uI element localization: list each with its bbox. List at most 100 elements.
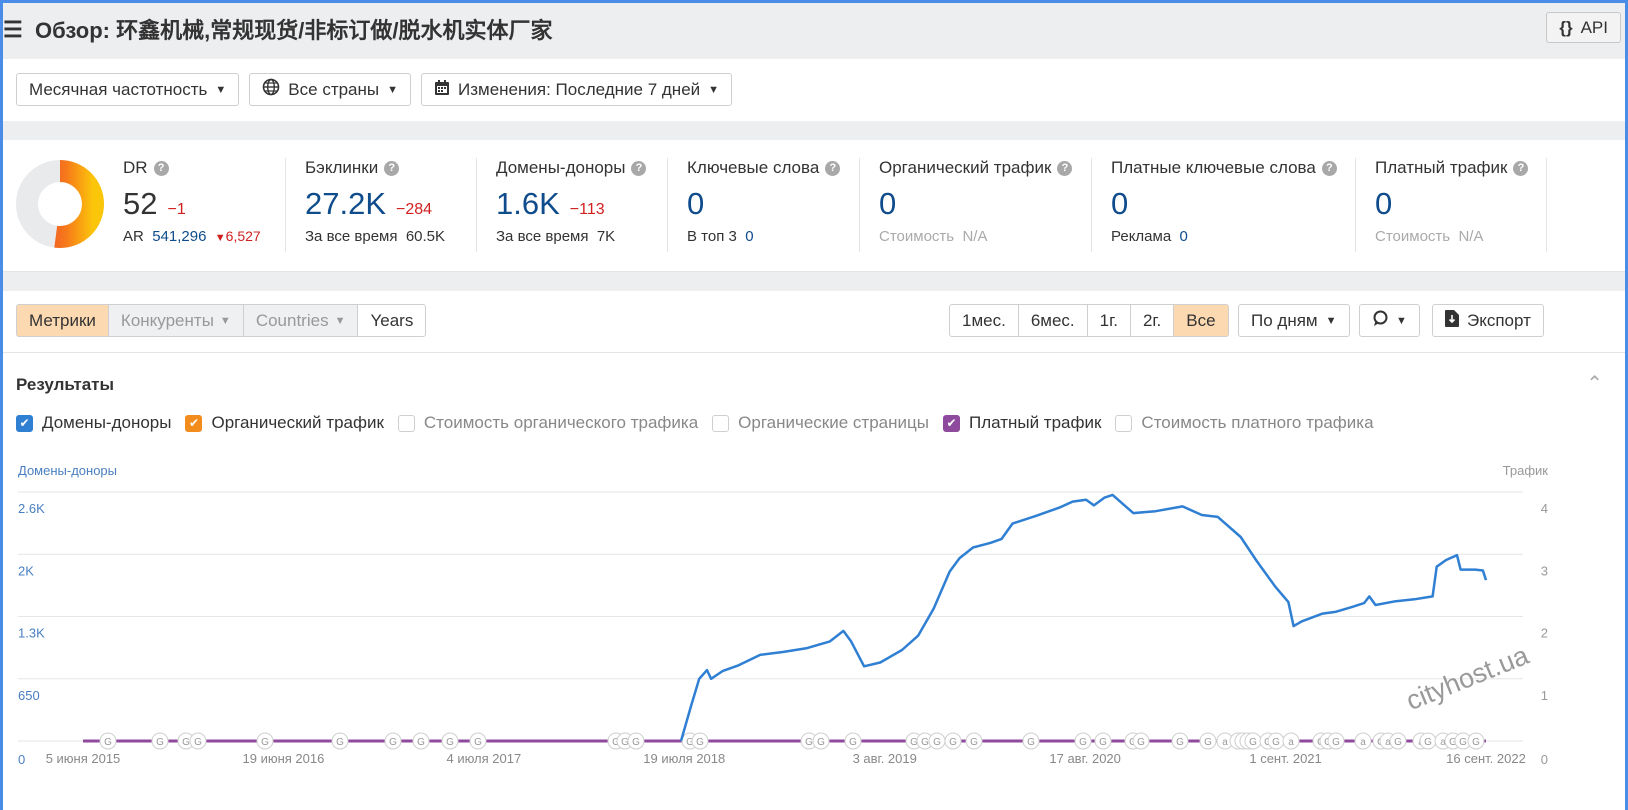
metric-backlinks: Бэклинки? 27.2K −284 За все время 60.5K [285, 158, 445, 252]
triangle-down-icon: ▼ [214, 232, 226, 244]
legend-label: Стоимость платного трафика [1141, 413, 1374, 432]
x-tick-label: 3 авг. 2019 [853, 751, 917, 766]
y-right-tick-label: 3 [1541, 563, 1548, 578]
section-divider [3, 272, 1625, 291]
tab-years[interactable]: Years [357, 304, 427, 337]
marker-label: G [1332, 737, 1340, 748]
caret-down-icon: ▼ [708, 83, 720, 96]
marker-label: G [1099, 737, 1107, 748]
marker-label: G [1027, 737, 1035, 748]
paid-traffic-label: Платный трафик [1375, 158, 1508, 177]
paid-traffic-value[interactable]: 0 [1375, 186, 1392, 222]
section-divider [3, 121, 1625, 140]
marker-label: G [474, 737, 482, 748]
checkbox-checked-icon[interactable]: ✔ [16, 414, 33, 432]
legend-organic-cost[interactable]: Стоимость органического трафика [397, 413, 699, 433]
y-left-tick-label: 0 [18, 752, 25, 767]
annotations-dropdown[interactable]: ▼ [1359, 304, 1420, 337]
marker-label: G [632, 737, 640, 748]
marker-label: G [933, 737, 941, 748]
keywords-sub-value[interactable]: 0 [745, 228, 753, 245]
marker-label: G [1204, 737, 1212, 748]
page-title: Обзор: 环鑫机械,常规现货/非标订做/脱水机实体厂家 [35, 18, 553, 43]
legend-organic-pages[interactable]: Органические страницы [712, 413, 929, 433]
backlinks-value[interactable]: 27.2K [305, 186, 386, 222]
range-label: 6мес. [1030, 310, 1075, 330]
checkbox-checked-icon[interactable]: ✔ [942, 414, 960, 432]
comment-icon [1372, 310, 1388, 332]
dr-donut-chart [16, 160, 104, 248]
help-icon[interactable]: ? [153, 160, 169, 176]
marker-label: G [389, 737, 397, 748]
x-tick-label: 19 июня 2016 [243, 751, 325, 766]
help-icon[interactable]: ? [1513, 160, 1529, 176]
ar-delta: 6,527 [225, 228, 261, 244]
changes-dropdown[interactable]: Изменения: Последние 7 дней ▼ [421, 73, 733, 106]
ads-value[interactable]: 0 [1180, 228, 1188, 245]
marker-label: G [1176, 737, 1184, 748]
marker-label: G [696, 737, 704, 748]
caret-down-icon: ▼ [1325, 314, 1337, 327]
chevron-up-icon[interactable]: ⌃ [1586, 371, 1603, 396]
metric-paid-keywords: Платные ключевые слова? 0 Реклама 0 [1091, 158, 1337, 252]
help-icon[interactable]: ? [631, 160, 647, 176]
hamburger-icon[interactable]: ☰ [3, 17, 23, 43]
marker-label: G [417, 737, 425, 748]
help-icon[interactable]: ? [1321, 160, 1337, 176]
globe-icon [262, 78, 280, 101]
organic-traffic-label: Органический трафик [879, 158, 1052, 177]
y-right-tick-label: 1 [1541, 688, 1548, 703]
range-1m-button[interactable]: 1мес. [949, 304, 1019, 337]
legend-paid-cost[interactable]: Стоимость платного трафика [1115, 413, 1374, 433]
marker-label: a [1222, 737, 1228, 748]
export-button[interactable]: Экспорт [1432, 304, 1544, 337]
legend-paid-traffic[interactable]: ✔ Платный трафик [942, 413, 1101, 433]
checkbox-unchecked-icon[interactable] [1115, 414, 1133, 432]
range-2y-button[interactable]: 2г. [1129, 304, 1175, 337]
dr-label: DR [123, 158, 148, 177]
x-tick-label: 5 июня 2015 [46, 751, 121, 766]
legend-label: Домены-доноры [42, 413, 172, 432]
marker-label: G [1249, 737, 1257, 748]
legend-label: Стоимость органического трафика [423, 413, 699, 432]
range-buttons: 1мес. 6мес. 1г. 2г. Все [949, 304, 1229, 337]
marker-label: G [336, 737, 344, 748]
metrics-panel: DR? 52 −1 AR 541,296 ▼6,527 Бэклинки? 27.… [3, 140, 1625, 272]
frequency-dropdown[interactable]: Месячная частотность ▼ [16, 73, 240, 106]
keywords-sub-label: В топ 3 [687, 228, 737, 245]
keywords-value[interactable]: 0 [687, 186, 704, 222]
marker-label: G [104, 737, 112, 748]
countries-dropdown[interactable]: Все страны ▼ [249, 73, 412, 106]
granularity-label: По дням [1251, 310, 1318, 330]
checkbox-unchecked-icon[interactable] [712, 414, 730, 432]
api-button[interactable]: {} API [1546, 12, 1621, 43]
metric-keywords: Ключевые слова? 0 В топ 3 0 [667, 158, 841, 252]
range-all-button[interactable]: Все [1173, 304, 1229, 337]
help-icon[interactable]: ? [384, 160, 400, 176]
changes-label: Изменения: Последние 7 дней [458, 79, 701, 99]
legend-ref-domains[interactable]: ✔ Домены-доноры [16, 413, 171, 433]
help-icon[interactable]: ? [1057, 160, 1073, 176]
help-icon[interactable]: ? [825, 160, 841, 176]
marker-label: G [849, 737, 857, 748]
marker-label: G [1272, 737, 1280, 748]
organic-traffic-value[interactable]: 0 [879, 186, 896, 222]
tab-metrics[interactable]: Метрики [16, 304, 109, 337]
legend-label: Органические страницы [738, 413, 929, 432]
legend-organic-traffic[interactable]: ✔ Органический трафик [185, 413, 384, 433]
ads-label: Реклама [1111, 228, 1172, 245]
paid-keywords-value[interactable]: 0 [1111, 186, 1128, 222]
ref-domains-value[interactable]: 1.6K [496, 186, 560, 222]
range-1y-button[interactable]: 1г. [1086, 304, 1131, 337]
range-6m-button[interactable]: 6мес. [1017, 304, 1088, 337]
tab-countries[interactable]: Countries ▼ [242, 304, 359, 337]
checkbox-checked-icon[interactable]: ✔ [185, 414, 203, 432]
ar-value[interactable]: 541,296 [152, 228, 206, 245]
paid-keywords-label: Платные ключевые слова [1111, 158, 1316, 177]
keywords-label: Ключевые слова [687, 158, 820, 177]
range-label: 1мес. [962, 310, 1006, 330]
checkbox-unchecked-icon[interactable] [397, 414, 415, 432]
tab-competitors[interactable]: Конкуренты ▼ [107, 304, 244, 337]
organic-cost-label: Стоимость [879, 228, 955, 245]
granularity-dropdown[interactable]: По дням ▼ [1238, 304, 1350, 337]
